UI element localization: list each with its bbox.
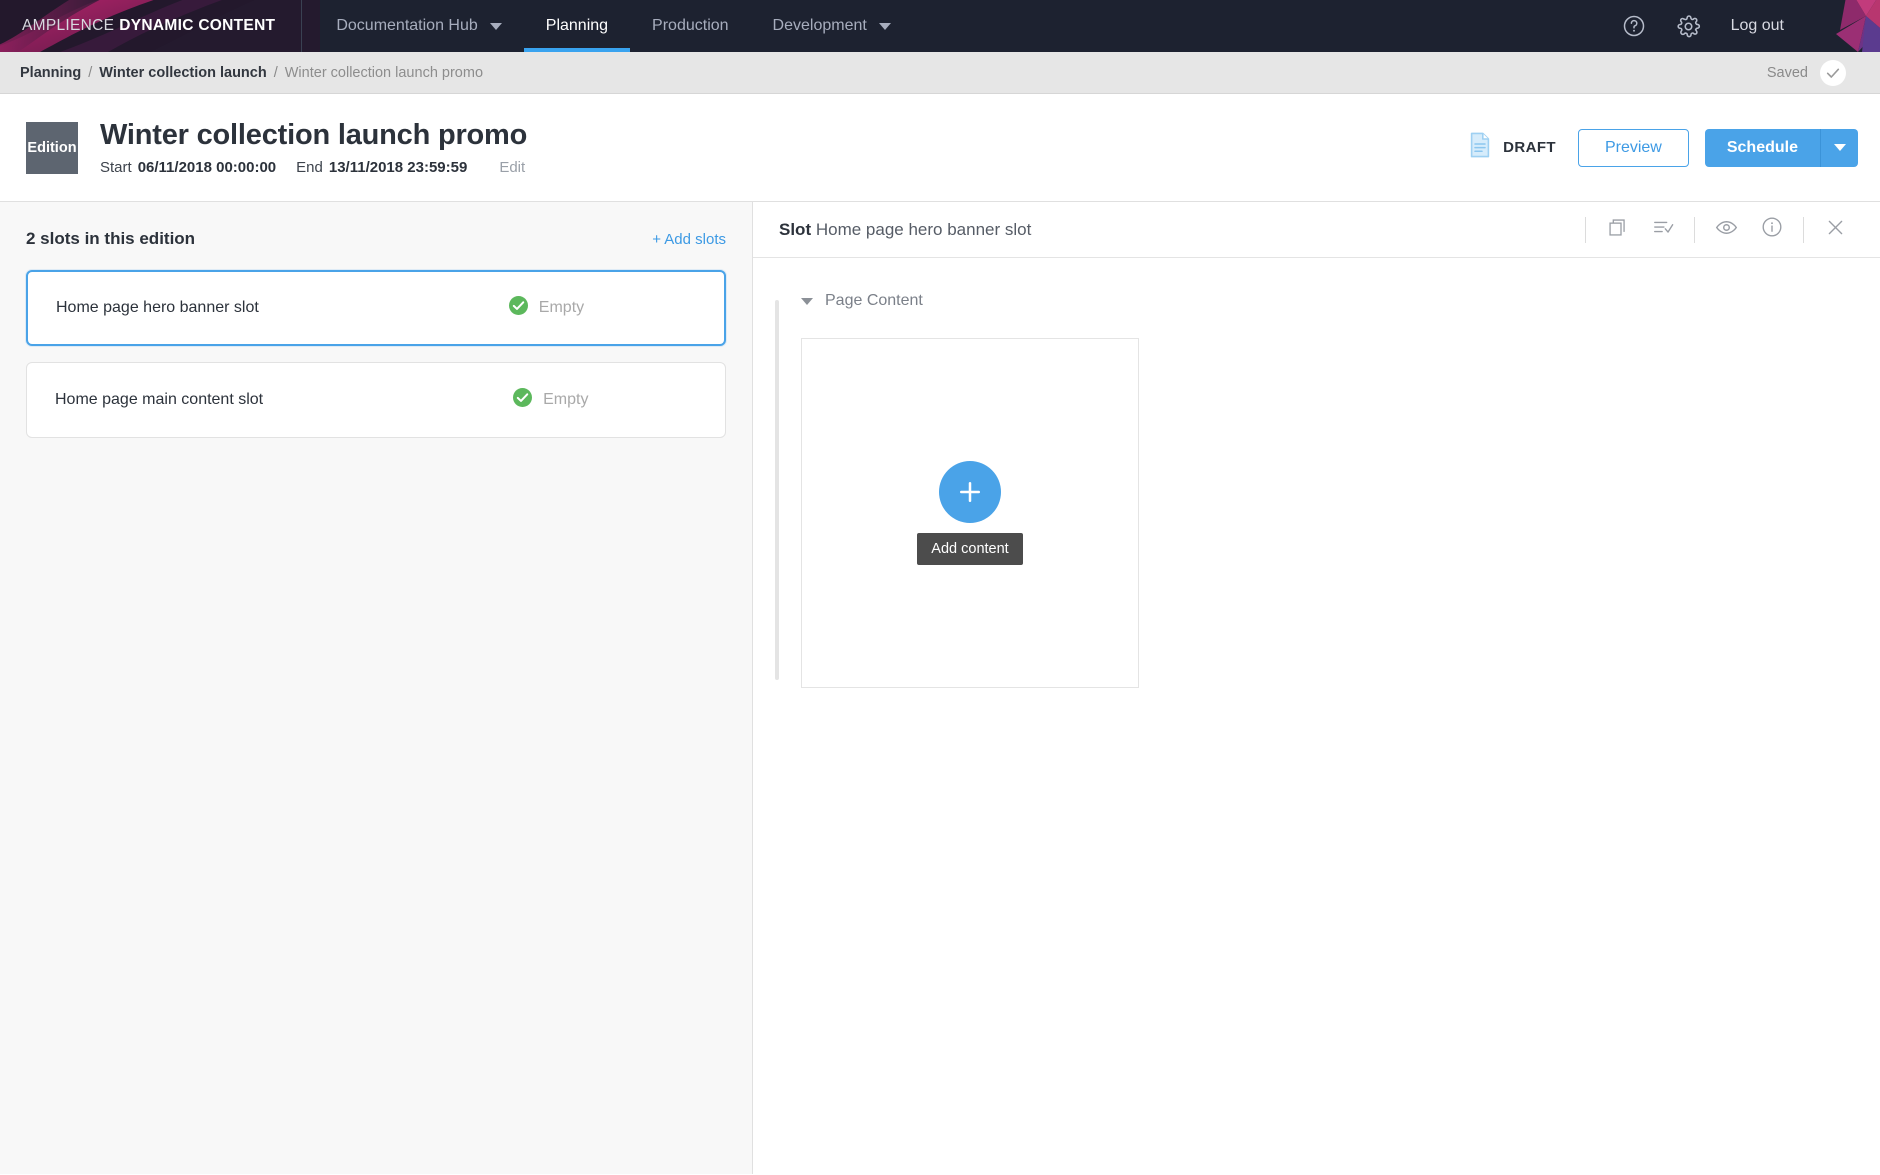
edition-schedule-summary: Start 06/11/2018 00:00:00 End 13/11/2018… [100, 159, 527, 176]
status-badge-label: DRAFT [1503, 139, 1556, 156]
slots-panel-header: 2 slots in this edition + Add slots [26, 224, 726, 254]
nav-tab-documentation-hub[interactable]: Documentation Hub [314, 0, 523, 52]
add-content-tooltip: Add content [917, 533, 1023, 565]
schedule-button[interactable]: Schedule [1704, 128, 1820, 167]
content-dropzone[interactable]: Add content [801, 338, 1139, 688]
plus-icon [955, 477, 985, 507]
page-header-actions: DRAFT Preview Schedule [1468, 128, 1858, 167]
slot-list-item-main-content[interactable]: Home page main content slot Empty [26, 362, 726, 438]
toolbar-divider [1694, 216, 1695, 243]
slot-detail-body: Page Content Add content [753, 258, 1880, 1174]
top-nav-actions: Log out [1622, 0, 1880, 52]
duplicate-button[interactable] [1594, 213, 1640, 247]
slot-status: Empty [513, 388, 588, 412]
close-button[interactable] [1812, 213, 1858, 247]
breadcrumb-item-winter-collection-launch[interactable]: Winter collection launch [99, 65, 266, 81]
slot-name: Home page hero banner slot [56, 299, 259, 316]
slot-detail-title: Slot Home page hero banner slot [779, 220, 1031, 240]
breadcrumb-bar: Planning / Winter collection launch / Wi… [0, 52, 1880, 94]
checklist-button[interactable] [1640, 213, 1686, 247]
page-title: Winter collection launch promo [100, 118, 528, 151]
add-slots-button[interactable]: + Add slots [652, 231, 726, 248]
help-circle-icon[interactable] [1622, 14, 1646, 38]
toolbar-divider [1585, 216, 1586, 243]
brand-name-bold: DYNAMIC CONTENT [119, 17, 276, 34]
nav-tab-development[interactable]: Development [751, 0, 913, 52]
slot-detail-toolbar [1577, 213, 1858, 247]
check-circle-icon [513, 388, 533, 412]
breadcrumb-item-planning[interactable]: Planning [20, 65, 81, 81]
check-circle-icon [508, 296, 528, 320]
draft-document-icon [1468, 132, 1492, 163]
page-content-section-header[interactable]: Page Content [801, 286, 1139, 316]
slot-detail-title-label: Slot [779, 219, 812, 239]
nav-tab-label: Planning [545, 17, 609, 34]
page-header: Edition Winter collection launch promo S… [0, 94, 1880, 202]
slot-name: Home page main content slot [55, 391, 264, 408]
slot-status: Empty [508, 296, 585, 320]
check-icon [1820, 59, 1846, 86]
section-content: Page Content Add content [779, 286, 1139, 688]
chevron-down-icon [1833, 144, 1846, 151]
nav-tab-label: Production [652, 17, 729, 34]
slots-count-heading: 2 slots in this edition [26, 229, 196, 248]
info-icon [1761, 216, 1783, 243]
slot-status-label: Empty [538, 299, 585, 316]
top-navigation-bar: AMPLIENCE DYNAMIC CONTENT Documentation … [0, 0, 1880, 52]
edition-type-badge: Edition [26, 121, 78, 174]
visibility-button[interactable] [1703, 213, 1749, 247]
app-brand: AMPLIENCE DYNAMIC CONTENT [0, 0, 303, 52]
edit-schedule-link[interactable]: Edit [499, 159, 525, 176]
slot-status-label: Empty [543, 391, 589, 408]
breadcrumb-item-current: Winter collection launch promo [284, 64, 484, 81]
breadcrumb-separator: / [88, 64, 93, 81]
end-label: End [296, 159, 323, 177]
close-icon [1825, 217, 1846, 243]
slots-panel: 2 slots in this edition + Add slots Home… [0, 202, 753, 1174]
save-status: Saved [1766, 59, 1860, 86]
chevron-down-icon [801, 297, 813, 305]
add-content-button[interactable] [939, 461, 1001, 523]
eye-icon [1715, 216, 1738, 244]
main-content-area: 2 slots in this edition + Add slots Home… [0, 202, 1880, 1174]
schedule-split-button: Schedule [1704, 128, 1858, 167]
toolbar-divider [1803, 216, 1804, 243]
logout-button[interactable]: Log out [1731, 17, 1784, 35]
brand-name-light: AMPLIENCE [22, 17, 115, 34]
breadcrumb: Planning / Winter collection launch / Wi… [20, 65, 483, 81]
slot-list-item-hero-banner[interactable]: Home page hero banner slot Empty [26, 270, 726, 346]
primary-nav-tabs: Documentation Hub Planning Production De… [314, 0, 912, 52]
section-title: Page Content [825, 292, 923, 309]
breadcrumb-separator: / [273, 64, 278, 81]
nav-tab-production[interactable]: Production [630, 0, 751, 52]
schedule-dropdown-toggle[interactable] [1820, 128, 1858, 167]
preview-button[interactable]: Preview [1577, 128, 1689, 167]
list-check-icon [1652, 216, 1674, 243]
slot-detail-title-name: Home page hero banner slot [815, 219, 1032, 239]
status-badge: DRAFT [1468, 132, 1556, 163]
copy-icon [1607, 217, 1628, 243]
info-button[interactable] [1749, 213, 1795, 247]
page-title-block: Winter collection launch promo Start 06/… [100, 119, 527, 176]
chevron-down-icon [878, 22, 891, 30]
end-value: 13/11/2018 23:59:59 [328, 159, 468, 177]
slot-detail-panel: Slot Home page hero banner slot Page Con… [753, 202, 1880, 1174]
nav-tab-planning[interactable]: Planning [523, 0, 631, 52]
page-content-section: Page Content Add content [775, 286, 1880, 688]
nav-tab-label: Development [772, 17, 867, 34]
gear-icon[interactable] [1676, 14, 1701, 39]
slot-detail-header: Slot Home page hero banner slot [753, 202, 1880, 258]
save-status-label: Saved [1766, 64, 1808, 81]
chevron-down-icon [489, 22, 502, 30]
start-label: Start [100, 159, 132, 177]
start-value: 06/11/2018 00:00:00 [137, 159, 277, 177]
nav-tab-label: Documentation Hub [336, 17, 478, 34]
